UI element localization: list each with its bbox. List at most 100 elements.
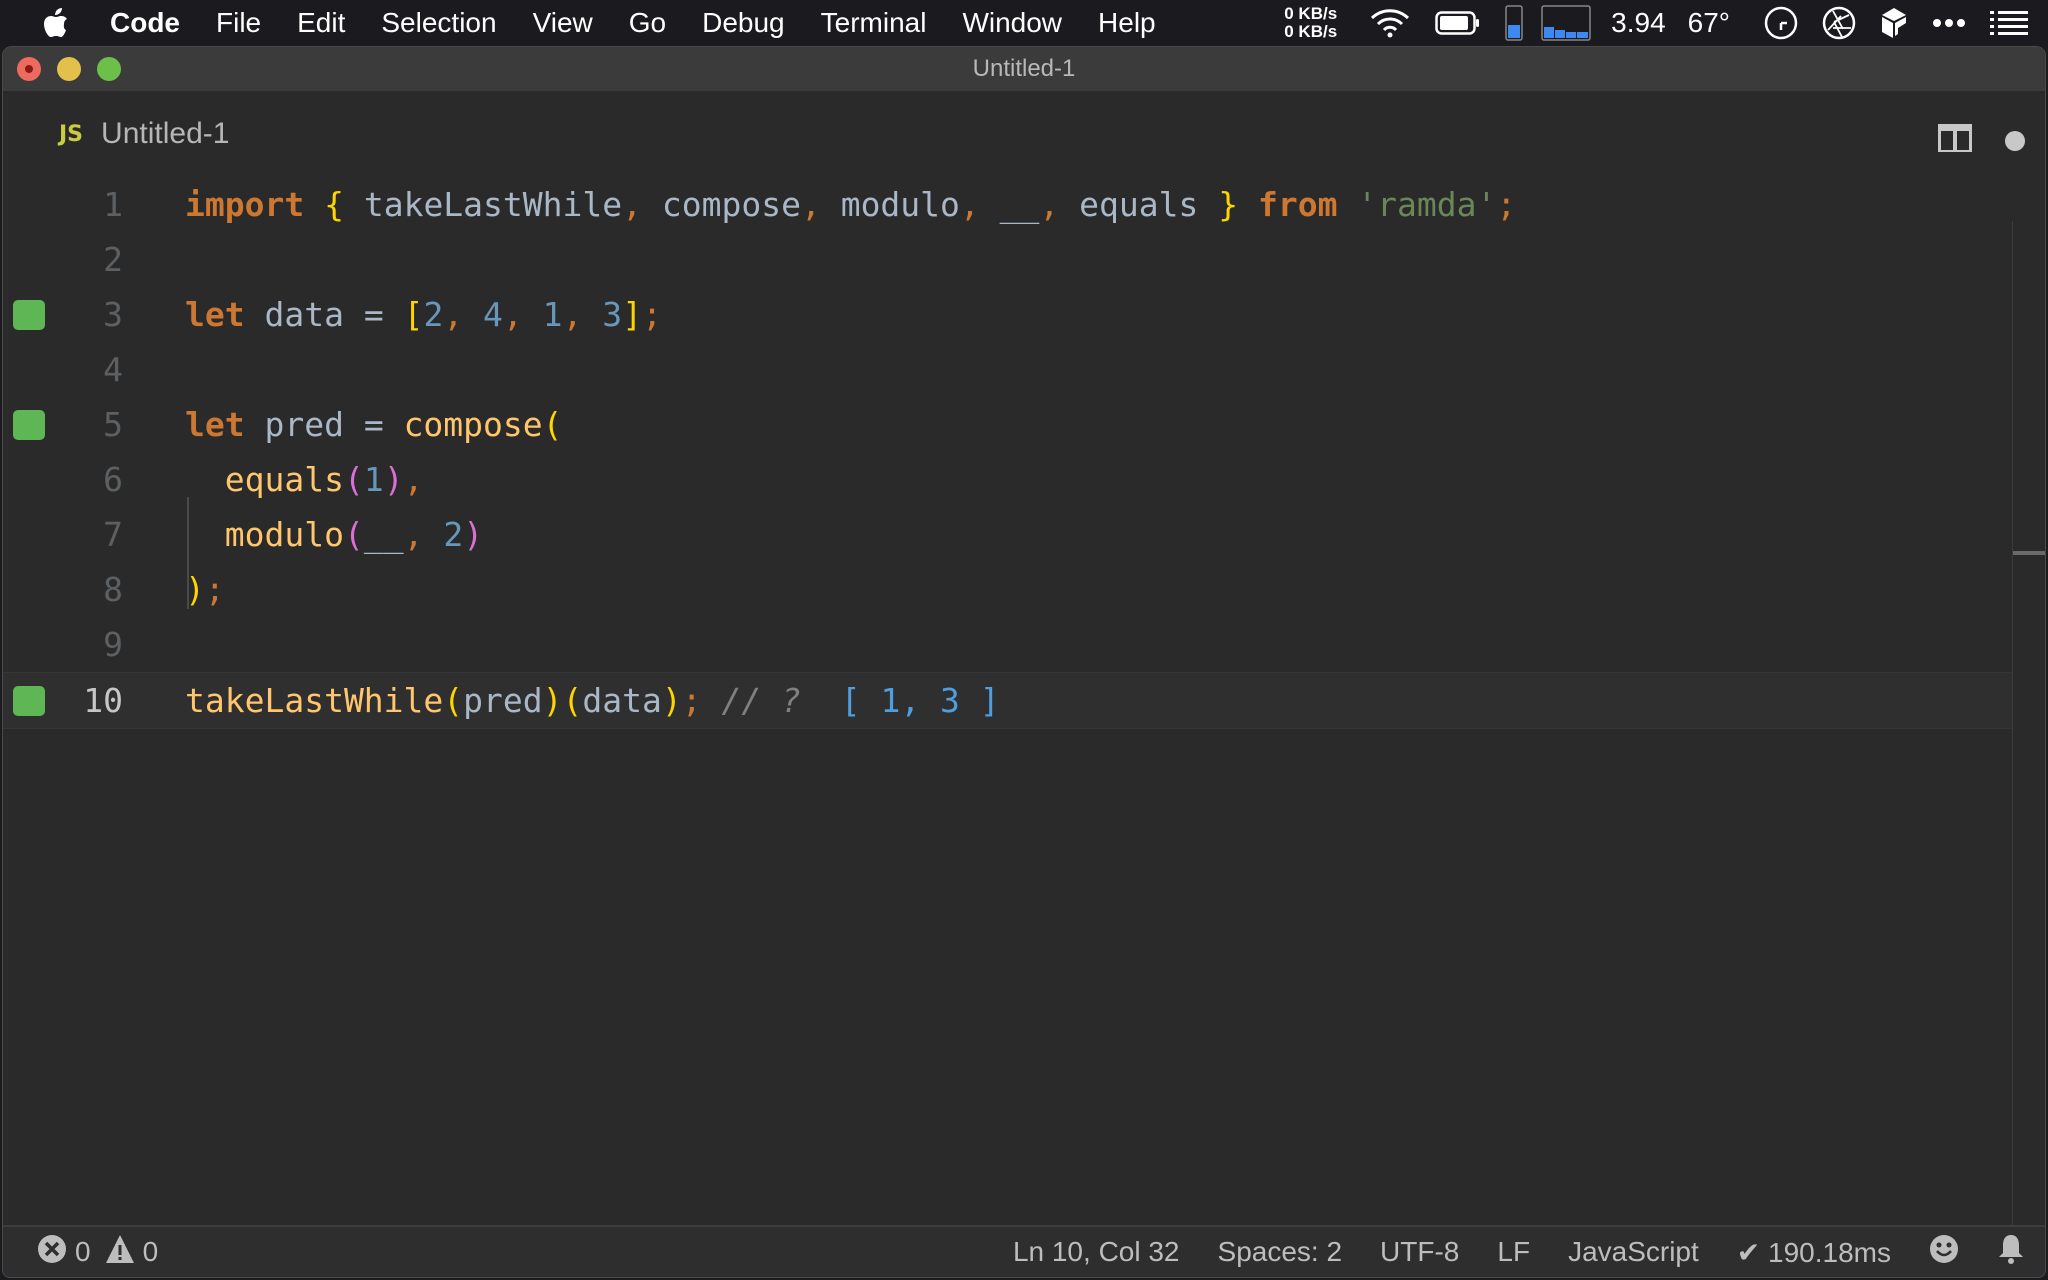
token-comma: , (403, 515, 424, 554)
unsaved-indicator-icon[interactable] (2005, 131, 2025, 151)
line-number: 9 (103, 625, 123, 664)
code-line[interactable]: 7 modulo(__, 2) (3, 507, 2013, 562)
memory-gauge-icon[interactable] (1505, 5, 1523, 41)
code-line[interactable]: 3 let data = [2, 4, 1, 3]; (3, 287, 2013, 342)
token-function: equals (185, 460, 344, 499)
tab-untitled-1[interactable]: JS Untitled-1 (59, 91, 229, 177)
token-paren: ( (343, 515, 364, 554)
token-identifier: data = (244, 295, 404, 334)
token-number: 2 (423, 295, 444, 334)
code-editor[interactable]: 1 import { takeLastWhile, compose, modul… (3, 177, 2045, 1271)
token-function: modulo (185, 515, 344, 554)
javascript-file-icon: JS (59, 121, 84, 147)
token-comma: , (502, 295, 523, 334)
warning-icon (105, 1234, 135, 1271)
token-paren: ) (542, 681, 563, 720)
zoom-window-button[interactable] (97, 57, 121, 81)
line-content: takeLastWhile(pred)(data); // ? [ 1, 3 ] (185, 681, 1000, 720)
code-line-current[interactable]: 10 takeLastWhile(pred)(data); // ? [ 1, … (3, 672, 2013, 729)
vertical-scrollbar[interactable] (2012, 221, 2045, 1271)
close-window-button[interactable] (17, 57, 41, 81)
line-number: 2 (103, 240, 123, 279)
cursor-position[interactable]: Ln 10, Col 32 (1013, 1236, 1180, 1268)
battery-icon[interactable] (1435, 11, 1481, 35)
menu-go[interactable]: Go (629, 7, 666, 39)
tab-label: Untitled-1 (101, 117, 230, 150)
error-icon (37, 1234, 67, 1271)
code-line[interactable]: 5 let pred = compose( (3, 397, 2013, 452)
aperture-icon[interactable] (1822, 6, 1856, 40)
status-bar: 0 0 Ln 10, Col 32 Spaces: 2 UTF-8 LF Jav… (3, 1225, 2045, 1277)
indentation[interactable]: Spaces: 2 (1218, 1236, 1343, 1268)
line-number: 3 (103, 295, 123, 334)
load-average[interactable]: 3.94 (1611, 7, 1666, 39)
wifi-icon[interactable] (1369, 7, 1411, 39)
window-title: Untitled-1 (972, 55, 1076, 82)
menu-debug[interactable]: Debug (702, 7, 785, 39)
code-line[interactable]: 4 (3, 342, 2013, 397)
code-line[interactable]: 6 equals(1), (3, 452, 2013, 507)
token-paren: ) (185, 570, 205, 609)
token-identifier: pred (463, 681, 543, 720)
menu-view[interactable]: View (533, 7, 593, 39)
language-mode[interactable]: JavaScript (1568, 1236, 1699, 1268)
window-controls (17, 57, 121, 81)
token-paren: ( (343, 460, 364, 499)
token-comma: , (443, 295, 464, 334)
list-icon[interactable] (1990, 11, 2028, 35)
menu-app-name[interactable]: Code (110, 7, 180, 39)
menu-window[interactable]: Window (962, 7, 1062, 39)
editor-window: Untitled-1 JS Untitled-1 1 import { take… (2, 46, 2046, 1278)
token-function: compose (403, 405, 543, 444)
minimize-window-button[interactable] (57, 57, 81, 81)
token-identifier: compose (642, 185, 801, 224)
token-bracket: ] (622, 295, 643, 334)
code-line[interactable]: 8 ); (3, 562, 2013, 617)
token-paren: ) (661, 681, 682, 720)
token-comma: , (1039, 185, 1060, 224)
token-identifier: equals (1059, 185, 1219, 224)
token-identifier: data (582, 681, 662, 720)
split-editor-icon[interactable] (1937, 123, 1973, 158)
clock-icon[interactable] (1764, 6, 1798, 40)
token-paren: ( (443, 681, 464, 720)
code-line[interactable]: 2 (3, 232, 2013, 287)
tab-bar: JS Untitled-1 (3, 91, 2045, 177)
line-content: equals(1), (185, 460, 424, 499)
menu-edit[interactable]: Edit (297, 7, 345, 39)
feedback-smiley-icon[interactable] (1929, 1234, 1959, 1271)
token-paren: ( (562, 681, 583, 720)
menu-selection[interactable]: Selection (381, 7, 496, 39)
token-keyword: let (185, 295, 245, 334)
token-comment: // ? (701, 681, 821, 720)
token-comma: , (562, 295, 583, 334)
code-line[interactable]: 9 (3, 617, 2013, 672)
coverage-marker (13, 409, 45, 440)
menu-file[interactable]: File (216, 7, 261, 39)
line-number: 6 (103, 460, 123, 499)
network-speed[interactable]: 0 KB/s 0 KB/s (1284, 5, 1337, 41)
code-line[interactable]: 1 import { takeLastWhile, compose, modul… (3, 177, 2013, 232)
menu-terminal[interactable]: Terminal (821, 7, 927, 39)
cpu-graph-icon[interactable] (1541, 5, 1591, 41)
apple-icon[interactable] (42, 7, 70, 39)
box-icon[interactable] (1880, 6, 1908, 40)
line-number: 10 (83, 681, 123, 720)
menu-bar: Code File Edit Selection View Go Debug T… (0, 0, 2048, 46)
quokka-timing[interactable]: ✔ 190.18ms (1737, 1236, 1891, 1269)
temperature[interactable]: 67° (1688, 7, 1730, 39)
line-content: modulo(__, 2) (185, 515, 483, 554)
notifications-bell-icon[interactable] (1997, 1233, 2025, 1272)
warning-count: 0 (142, 1236, 159, 1267)
token-number: 4 (463, 295, 503, 334)
encoding[interactable]: UTF-8 (1380, 1236, 1459, 1268)
token-bracket: [ (403, 295, 424, 334)
more-icon[interactable] (1932, 18, 1966, 28)
token-number: 1 (522, 295, 563, 334)
line-number: 5 (103, 405, 123, 444)
menu-help[interactable]: Help (1098, 7, 1156, 39)
line-ending[interactable]: LF (1497, 1236, 1530, 1268)
problems-indicator[interactable]: 0 0 (37, 1234, 172, 1271)
line-content: let pred = compose( (185, 405, 563, 444)
token-paren: ) (463, 515, 484, 554)
